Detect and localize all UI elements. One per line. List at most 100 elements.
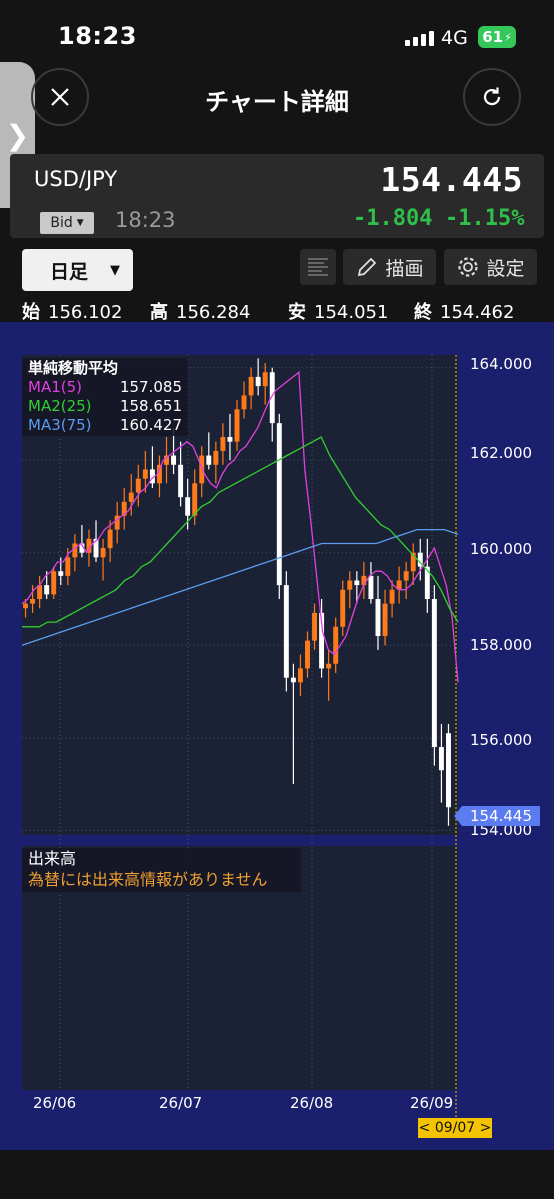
date-cursor-tag[interactable]: < 09/07 > [418,1118,492,1138]
ma3-label: MA3(75) [28,416,92,434]
draw-button[interactable]: 描画 [343,249,436,285]
candle-body [262,372,268,387]
candle-body [382,603,388,637]
settings-label: 設定 [486,257,525,280]
candle-body [290,677,296,683]
ohlc-close: 終 154.462 [414,298,514,324]
signal-icon [405,30,435,46]
candle-body [389,589,395,604]
currency-pair: USD/JPY [34,167,118,191]
ma1-label: MA1(5) [28,378,82,396]
candle-body [206,455,212,465]
ma2-row: MA2(25) 158.651 [28,397,182,416]
y-tick-label: 160.000 [470,540,533,558]
candle-body [51,571,57,595]
candle-body [23,603,28,609]
candle-body [220,437,226,451]
candle-body [241,395,247,410]
x-tick-label: 26/08 [290,1094,334,1112]
x-tick-label: 26/09 [410,1094,454,1112]
network-type: 4G [441,27,468,49]
candle-body [446,733,451,808]
low-value: 154.051 [314,302,389,323]
candle-body [403,571,409,581]
x-tick-label: 26/06 [33,1094,77,1112]
caret-down-icon: ▼ [110,262,121,278]
candle-body [276,423,282,586]
volume-title: 出来高 [28,849,77,868]
bid-ask-select[interactable]: Bid ▼ [40,212,94,234]
indicator-list-button[interactable] [300,249,336,285]
high-value: 156.284 [176,302,251,323]
candle-body [185,497,191,516]
quote-time: 18:23 [115,208,176,232]
candle-body [347,580,353,590]
close-value: 154.462 [440,302,515,323]
candle-body [65,557,71,576]
settings-button[interactable]: 設定 [444,249,537,285]
ohlc-open: 始 156.102 [22,298,122,324]
candle-body [297,668,303,683]
low-label: 安 [288,302,306,323]
candle-body [326,663,332,669]
battery-icon: 61 ⚡ [478,26,516,48]
close-label: 終 [414,302,432,323]
candle-body [199,455,205,484]
y-tick-label: 162.000 [470,444,533,462]
candle-body [248,376,254,396]
candle-body [234,409,240,442]
candle-body [171,455,177,465]
ma3-row: MA3(75) 160.427 [28,416,182,435]
ma2-label: MA2(25) [28,397,92,415]
y-tick-label: 164.000 [470,355,533,373]
high-label: 高 [150,302,168,323]
y-tick-label: 156.000 [470,731,533,749]
current-price: 154.445 [380,160,523,199]
volume-message: 為替には出来高情報がありません [28,870,268,889]
period-select[interactable]: 日足 ▼ [22,249,133,291]
bid-label: Bid [50,215,73,231]
candle-body [142,469,148,479]
candle-body [58,571,64,576]
ma-legend-title: 単純移動平均 [28,359,119,377]
candlestick-chart[interactable] [0,322,554,1122]
y-tick-label: 158.000 [470,636,533,654]
volume-legend: 出来高 為替には出来高情報がありません [22,848,301,892]
candle-body [227,437,233,442]
draw-label: 描画 [385,257,424,280]
candle-body [107,529,113,549]
ma1-value: 157.085 [119,378,182,396]
candle-body [135,478,141,493]
candle-body [128,492,134,502]
ma-legend: 単純移動平均 MA1(5) 157.085 MA2(25) 158.651 MA3(… [22,358,188,436]
candle-body [213,450,219,465]
candle-body [375,599,381,637]
candle-body [178,464,184,498]
battery-level: 61 [482,28,504,46]
status-time: 18:23 [58,22,137,50]
current-price-tag: 154.445 [454,806,540,826]
open-label: 始 [22,302,40,323]
refresh-button[interactable] [463,68,521,126]
ma1-row: MA1(5) 157.085 [28,378,182,397]
candle-body [100,548,106,558]
ma2-value: 158.651 [119,397,182,415]
list-lines-icon [308,258,328,276]
candle-body [72,543,78,558]
candle-body [438,747,444,771]
candle-body [312,612,318,641]
candle-body [431,599,437,748]
candle-body [333,626,339,664]
ohlc-low: 安 154.051 [288,298,388,324]
candle-body [368,575,374,599]
ohlc-high: 高 156.284 [150,298,250,324]
price-change-percent: -1.15% [445,206,525,231]
pencil-icon [358,257,377,277]
x-tick-label: 26/07 [159,1094,203,1112]
ma3-value: 160.427 [119,416,182,434]
open-value: 156.102 [48,302,123,323]
candle-body [305,640,310,669]
price-change: -1.804 [353,206,433,231]
candle-body [30,599,36,604]
gear-icon [458,257,479,277]
